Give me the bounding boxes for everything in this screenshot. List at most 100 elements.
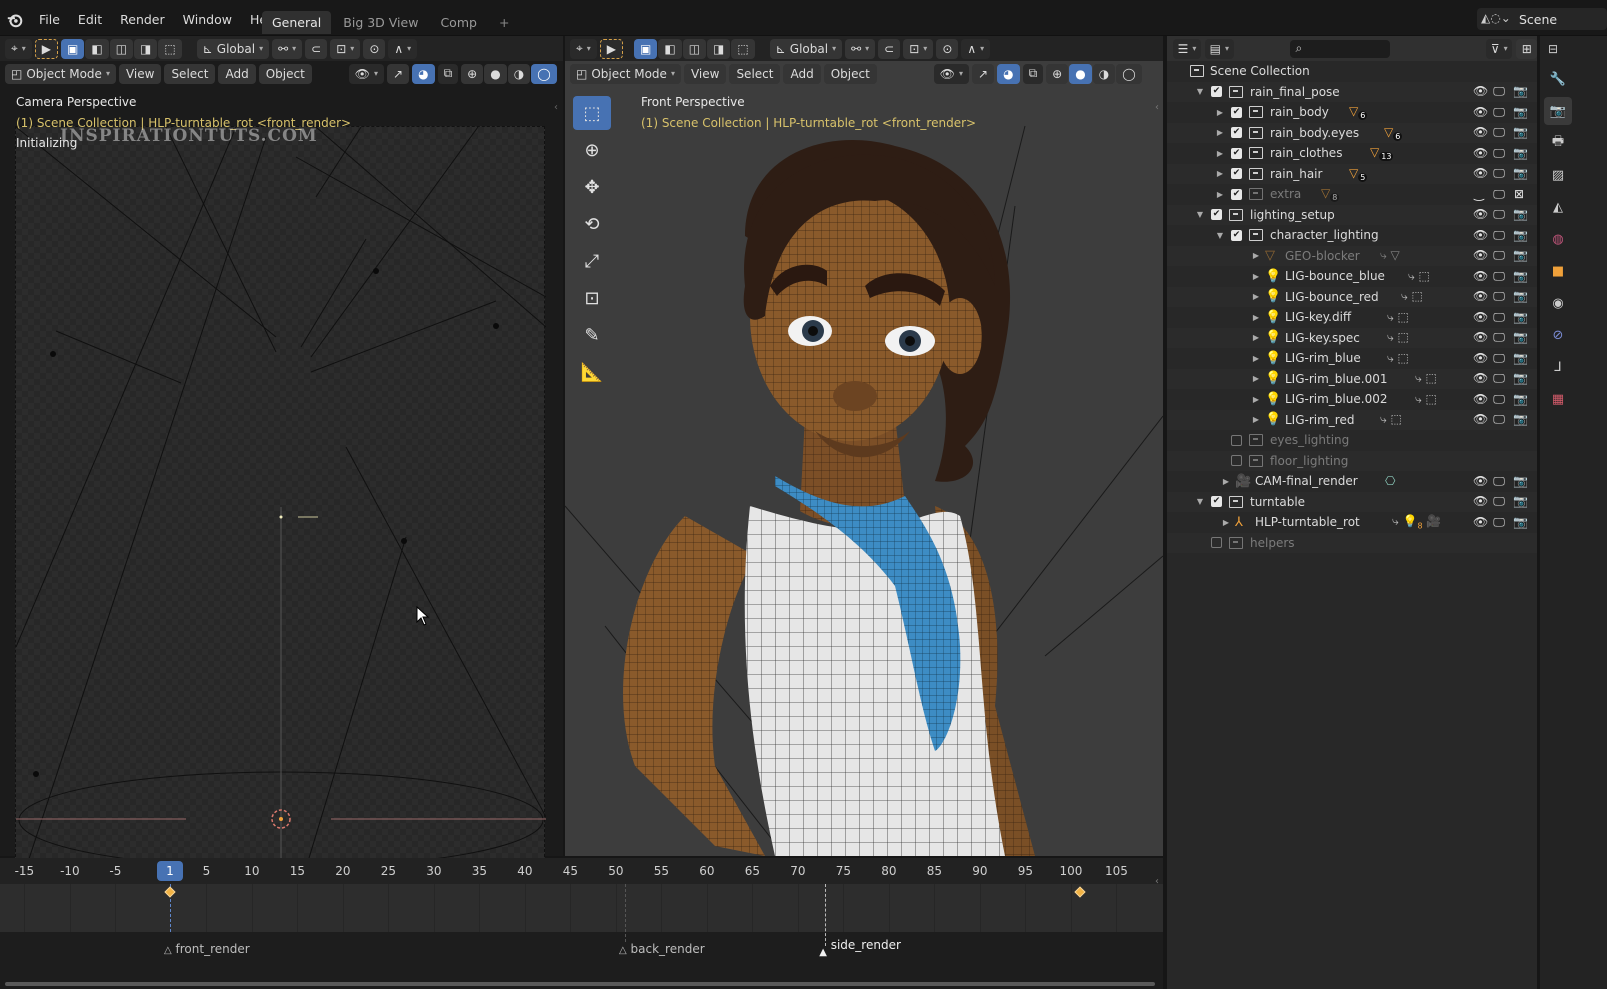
collapsed-arrow-icon[interactable]: ▶ — [1251, 251, 1261, 260]
snap-toggle[interactable]: ⊂ — [305, 38, 328, 59]
monitor-icon[interactable]: 🖵 — [1493, 289, 1505, 304]
mesh-data-icon[interactable]: ⤷ ▽ — [1380, 248, 1400, 263]
camera-data-icon[interactable]: ⎔ — [1385, 474, 1395, 488]
timeline-marker[interactable]: △ back_render — [619, 942, 705, 956]
exclude-checkbox[interactable]: ✔ — [1231, 127, 1242, 139]
monitor-icon[interactable]: 🖵 — [1493, 474, 1505, 489]
children-icon[interactable]: ⤷ 💡8 🎥 — [1392, 514, 1441, 530]
transform-tool[interactable]: ⊡ — [573, 281, 611, 315]
collapsed-arrow-icon[interactable]: ▶ — [1251, 272, 1261, 281]
select-invert-button[interactable]: ◨ — [134, 38, 158, 59]
monitor-icon[interactable]: 🖵 — [1493, 371, 1505, 386]
exclude-checkbox[interactable]: ✔ — [1231, 168, 1242, 180]
eye-icon[interactable]: 👁 — [1473, 494, 1488, 509]
current-frame-indicator[interactable]: 1 — [157, 861, 183, 881]
eye-icon[interactable]: 👁 — [1473, 474, 1488, 489]
menu-select[interactable]: Select — [729, 63, 781, 84]
monitor-icon[interactable]: 🖵 — [1493, 351, 1505, 366]
select-tool-button[interactable]: ▶ — [34, 38, 59, 59]
outliner-row[interactable]: ▶ ▽ GEO-blocker ⤷ ▽ 👁 🖵 📷 — [1167, 245, 1537, 266]
render-camera-icon[interactable]: 📷 — [1513, 105, 1528, 120]
eye-icon[interactable]: 👁 — [1473, 289, 1488, 304]
outliner-row[interactable]: ▶ 💡 LIG-rim_blue.001 ⤷ ⬚ 👁 🖵 📷 — [1167, 368, 1537, 389]
collapsed-arrow-icon[interactable]: ▶ — [1215, 149, 1225, 158]
render-camera-icon[interactable]: 📷 — [1513, 146, 1528, 161]
select-new-button[interactable]: ▣ — [61, 38, 85, 59]
shading-rendered-button[interactable]: ◯ — [1116, 63, 1142, 84]
eye-icon[interactable]: 👁 — [1473, 515, 1488, 530]
exclude-checkbox[interactable] — [1211, 537, 1222, 549]
outliner-row[interactable]: helpers — [1167, 532, 1537, 553]
tab-object[interactable]: ■ — [1544, 257, 1572, 285]
shading-solid-button[interactable]: ● — [484, 63, 507, 84]
visibility-dropdown[interactable]: 👁 ▾ — [348, 63, 385, 84]
filter-dropdown[interactable]: ⊽ ▾ — [1486, 38, 1513, 59]
render-camera-icon[interactable]: 📷 — [1513, 494, 1528, 509]
collapsed-arrow-icon[interactable]: ▶ — [1251, 395, 1261, 404]
shading-solid-button[interactable]: ● — [1069, 63, 1092, 84]
render-camera-icon[interactable]: 📷 — [1513, 84, 1528, 99]
eye-icon[interactable]: 👁 — [1473, 207, 1488, 222]
render-camera-icon[interactable]: 📷 — [1513, 412, 1528, 427]
eye-icon[interactable]: 👁 — [1473, 351, 1488, 366]
mesh-count-badge[interactable]: ▽ 6 — [1384, 125, 1403, 141]
overlay-toggle[interactable]: ◕ — [412, 63, 435, 84]
menu-object[interactable]: Object — [823, 63, 877, 84]
exclude-checkbox[interactable] — [1231, 455, 1242, 467]
tab-render[interactable]: 📷 — [1544, 97, 1572, 125]
render-camera-icon[interactable]: 📷 — [1513, 269, 1528, 284]
render-camera-icon[interactable]: 📷 — [1513, 515, 1528, 530]
gizmo-toggle[interactable]: ↗ — [972, 63, 995, 84]
expanded-arrow-icon[interactable]: ▼ — [1195, 497, 1205, 506]
outliner-row[interactable]: ▶ ✔ rain_body ▽ 6 👁 🖵 📷 — [1167, 102, 1537, 123]
scene-selector[interactable]: ◭◌⌄ Scene — [1477, 8, 1607, 30]
shading-rendered-button[interactable]: ◯ — [531, 63, 557, 84]
eye-icon[interactable]: 👁 — [1473, 228, 1488, 243]
eye-icon[interactable]: 👁 — [1473, 146, 1488, 161]
monitor-icon[interactable]: 🖵 — [1493, 207, 1505, 222]
outliner-row[interactable]: ▶ 💡 LIG-rim_blue ⤷ ⬚ 👁 🖵 📷 — [1167, 348, 1537, 369]
sidebar-expand-icon[interactable]: ‹ — [554, 102, 558, 113]
tab-comp[interactable]: Comp — [430, 11, 487, 34]
frame-ruler[interactable]: -15 -10 -5 5 10 15 20 25 30 35 40 45 50 55 60 65 70 75 80 8… — [0, 858, 1163, 884]
tab-output[interactable]: 🖶 — [1544, 129, 1572, 157]
render-camera-icon[interactable]: 📷 — [1513, 228, 1528, 243]
render-camera-icon[interactable]: 📷 — [1513, 166, 1528, 181]
render-camera-icon[interactable]: 📷 — [1513, 310, 1528, 325]
tab-constraints[interactable]: ⊘ — [1544, 321, 1572, 349]
properties-editor-type[interactable]: ⊟ — [1540, 36, 1607, 61]
transform-orientation-dropdown[interactable]: ⊾ Global ▾ — [769, 38, 843, 59]
render-camera-icon[interactable]: 📷 — [1513, 207, 1528, 222]
collapsed-arrow-icon[interactable]: ▶ — [1221, 477, 1231, 486]
camera-viewport[interactable]: ⌖ ▾ ▶ ▣ ◧ ◫ ◨ ⬚ ⊾ Global ▾ ⚯ ▾ ⊂ ⊡ ▾ ⊙ ∧ ▾ ◰ Ob… — [0, 36, 563, 868]
eye-icon[interactable]: 👁 — [1473, 125, 1488, 140]
pivot-dropdown[interactable]: ⚯ ▾ — [272, 38, 303, 59]
render-camera-icon[interactable]: 📷 — [1513, 351, 1528, 366]
add-workspace-button[interactable]: + — [489, 11, 519, 34]
tab-view-layer[interactable]: ▨ — [1544, 161, 1572, 189]
tab-tool[interactable]: 🔧 — [1544, 65, 1572, 93]
tab-scene[interactable]: ◭ — [1544, 193, 1572, 221]
render-camera-icon[interactable]: ⊠ — [1513, 187, 1525, 202]
collapsed-arrow-icon[interactable]: ▶ — [1251, 313, 1261, 322]
expanded-arrow-icon[interactable]: ▼ — [1195, 87, 1205, 96]
exclude-checkbox[interactable]: ✔ — [1231, 147, 1242, 159]
timeline-marker[interactable]: △ front_render — [164, 942, 250, 956]
select-tool-button[interactable]: ▶ — [599, 38, 624, 59]
outliner-row[interactable]: ▼ ✔ character_lighting 👁 🖵 📷 — [1167, 225, 1537, 246]
eye-closed-icon[interactable]: ‿ — [1473, 187, 1485, 202]
collapsed-arrow-icon[interactable]: ▶ — [1215, 128, 1225, 137]
mesh-count-badge[interactable]: ▽ 5 — [1349, 166, 1368, 182]
tab-data[interactable]: ⅃ — [1544, 353, 1572, 381]
proportional-edit-toggle[interactable]: ⊙ — [363, 38, 386, 59]
select-intersect-button[interactable]: ⬚ — [158, 38, 182, 59]
visibility-dropdown[interactable]: 👁 ▾ — [933, 63, 970, 84]
exclude-checkbox[interactable]: ✔ — [1231, 188, 1242, 200]
outliner-row[interactable]: ▶ 💡 LIG-rim_blue.002 ⤷ ⬚ 👁 🖵 📷 — [1167, 389, 1537, 410]
monitor-icon[interactable]: 🖵 — [1493, 392, 1505, 407]
annotate-tool[interactable]: ✎ — [573, 318, 611, 352]
light-data-icon[interactable]: ⤷ ⬚ — [1415, 371, 1437, 386]
light-data-icon[interactable]: ⤷ ⬚ — [1387, 330, 1409, 345]
collapsed-arrow-icon[interactable]: ▶ — [1251, 292, 1261, 301]
cursor-tool[interactable]: ⊕ — [573, 133, 611, 167]
